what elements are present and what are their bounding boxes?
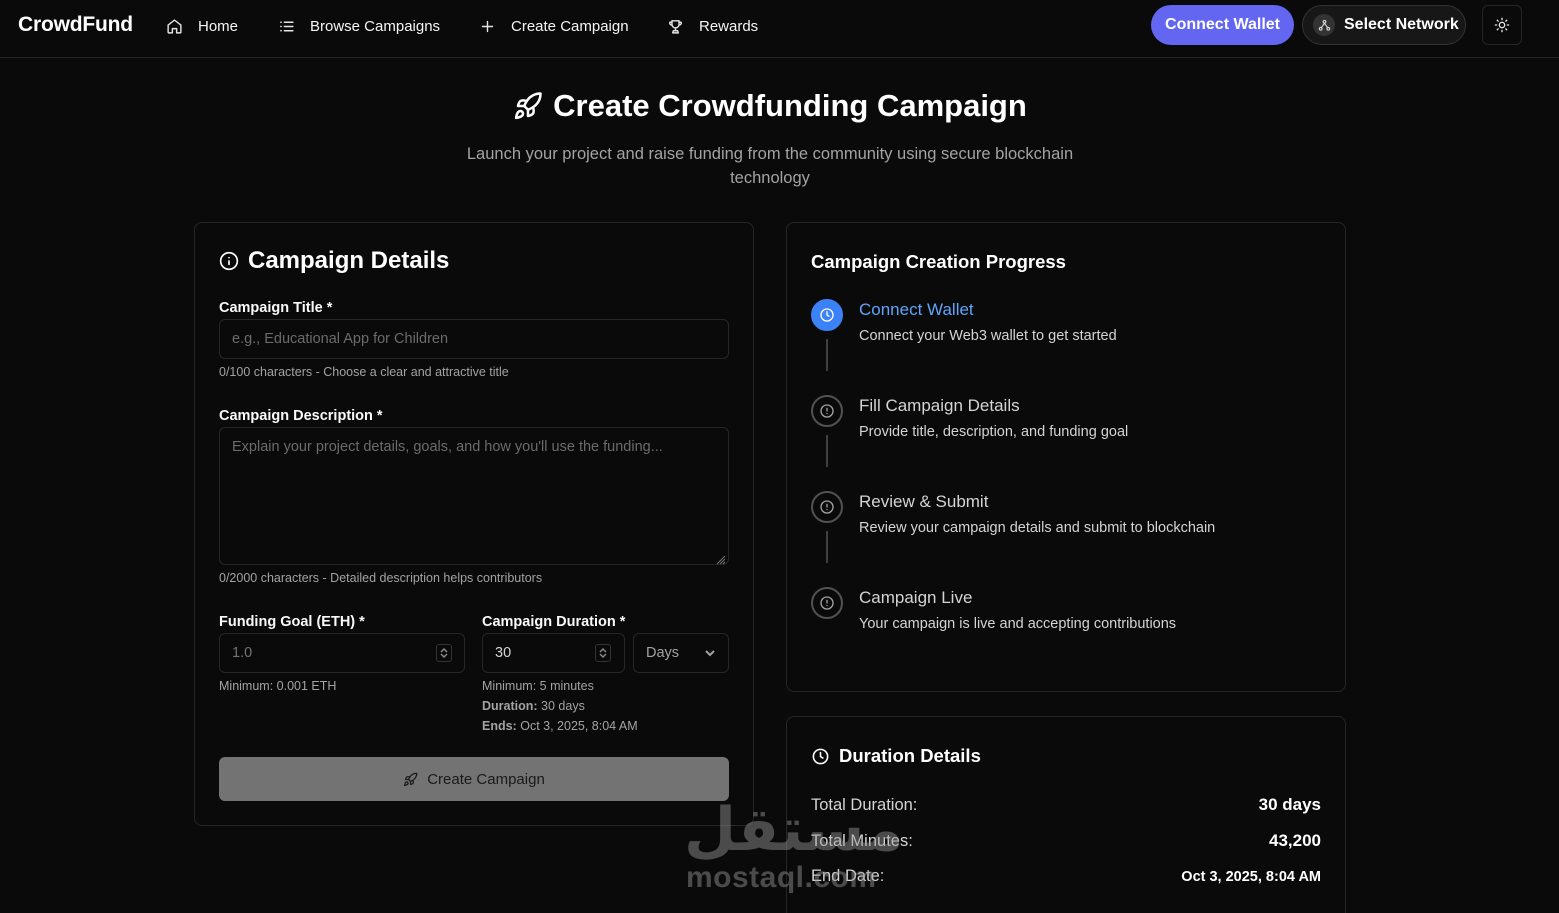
info-icon [219, 251, 239, 271]
home-icon [167, 18, 182, 34]
duration-details-heading-text: Duration Details [839, 745, 981, 766]
select-network-button[interactable]: Select Network [1302, 5, 1466, 45]
campaign-duration-value: 30 [495, 645, 512, 661]
funding-goal-label: Funding Goal (ETH) * [219, 614, 365, 630]
rocket-icon [404, 772, 418, 786]
nav-create-label: Create Campaign [511, 17, 629, 35]
duration-row-end-date: End Date: Oct 3, 2025, 8:04 AM [811, 867, 1321, 886]
alert-circle-icon [820, 404, 834, 418]
creation-progress-heading: Campaign Creation Progress [811, 251, 1066, 272]
clock-icon [820, 308, 834, 322]
list-icon [280, 21, 294, 31]
select-network-label: Select Network [1344, 16, 1459, 33]
connect-wallet-button[interactable]: Connect Wallet [1151, 5, 1294, 45]
nav-browse-label: Browse Campaigns [310, 17, 441, 35]
duration-row-value: 30 days [1258, 795, 1321, 814]
step-connector [826, 435, 828, 467]
duration-row-total: Total Duration: 30 days [811, 795, 1321, 815]
step-description: Your campaign is live and accepting cont… [859, 616, 1177, 632]
campaign-title-hint: 0/100 characters - Choose a clear and at… [219, 365, 509, 379]
trophy-icon [669, 19, 682, 34]
duration-minimum-hint: Minimum: 5 minutes [482, 679, 594, 693]
step-description: Connect your Web3 wallet to get started [859, 328, 1117, 344]
campaign-description-hint: 0/2000 characters - Detailed description… [219, 571, 543, 585]
chevron-down-icon [705, 650, 715, 657]
alert-circle-icon [820, 500, 834, 514]
funding-goal-value: 1.0 [232, 645, 253, 661]
step-description: Provide title, description, and funding … [859, 424, 1129, 440]
duration-row-key: End Date: [811, 867, 885, 885]
duration-unit-value: Days [646, 645, 680, 661]
step-title: Campaign Live [859, 588, 973, 607]
duration-details-card: Duration Details Total Duration: 30 days… [786, 716, 1346, 913]
step-title: Review & Submit [859, 492, 989, 511]
step-status-circle [811, 395, 843, 427]
plus-icon [481, 20, 494, 32]
duration-row-minutes: Total Minutes: 43,200 [811, 831, 1321, 851]
chevron-down-icon [599, 653, 607, 659]
sun-icon [1494, 17, 1510, 33]
duration-unit-select[interactable]: Days [633, 633, 729, 673]
campaign-duration-stepper[interactable] [595, 644, 611, 662]
duration-summary-value: 30 days [541, 699, 585, 713]
nav-rewards-label: Rewards [699, 17, 759, 35]
step-status-circle [811, 299, 843, 331]
duration-summary-key: Duration: [482, 699, 538, 713]
duration-row-value: Oct 3, 2025, 8:04 AM [1181, 868, 1321, 885]
create-campaign-button[interactable]: Create Campaign [219, 757, 729, 801]
campaign-details-heading: Campaign Details [219, 247, 449, 275]
step-status-circle [811, 587, 843, 619]
page-title-text: Create Crowdfunding Campaign [553, 88, 1027, 123]
step-connector [826, 339, 828, 371]
funding-goal-input[interactable]: 1.0 [219, 633, 465, 673]
funding-goal-hint: Minimum: 0.001 ETH [219, 679, 337, 693]
creation-progress-card: Campaign Creation Progress Connect Walle… [786, 222, 1346, 692]
duration-row-key: Total Duration: [811, 795, 918, 814]
campaign-details-heading-text: Campaign Details [248, 247, 450, 274]
top-navbar: CrowdFund Home Browse Campaigns Create C… [0, 0, 1559, 58]
clock-icon [812, 748, 829, 764]
brand-logo[interactable]: CrowdFund [18, 13, 133, 37]
campaign-duration-label: Campaign Duration * [482, 614, 626, 630]
ends-summary-key: Ends: [482, 719, 517, 733]
duration-row-value: 43,200 [1269, 831, 1321, 850]
create-campaign-button-label: Create Campaign [427, 770, 545, 788]
campaign-title-label: Campaign Title * [219, 300, 333, 316]
nav-home-label: Home [198, 17, 239, 35]
duration-row-key: Total Minutes: [811, 831, 913, 850]
chevron-down-icon [440, 653, 448, 659]
campaign-description-input[interactable] [219, 427, 729, 565]
step-connector [826, 531, 828, 563]
funding-goal-stepper[interactable] [436, 644, 452, 662]
nav-browse-campaigns[interactable]: Browse Campaigns [278, 0, 440, 52]
page-title: Create Crowdfunding Campaign [0, 88, 1540, 124]
network-icon [1313, 14, 1335, 36]
nav-rewards[interactable]: Rewards [667, 0, 758, 52]
step-description: Review your campaign details and submit … [859, 520, 1216, 536]
alert-circle-icon [820, 596, 834, 610]
step-status-circle [811, 491, 843, 523]
ends-summary: Ends: Oct 3, 2025, 8:04 AM [482, 719, 638, 733]
step-title: Fill Campaign Details [859, 396, 1020, 415]
nav-home[interactable]: Home [166, 0, 238, 52]
duration-details-heading: Duration Details [811, 745, 981, 767]
step-title: Connect Wallet [859, 300, 974, 319]
ends-summary-value: Oct 3, 2025, 8:04 AM [520, 719, 638, 733]
theme-toggle-button[interactable] [1482, 5, 1522, 45]
page-subtitle: Launch your project and raise funding fr… [466, 145, 1074, 187]
duration-summary: Duration: 30 days [482, 699, 585, 713]
rocket-icon [515, 92, 542, 120]
campaign-details-card: Campaign Details Campaign Title * 0/100 … [194, 222, 754, 826]
nav-create-campaign[interactable]: Create Campaign [479, 0, 629, 52]
campaign-title-input[interactable] [219, 319, 729, 359]
resize-handle-icon[interactable] [716, 552, 726, 565]
campaign-description-label: Campaign Description * [219, 408, 383, 424]
